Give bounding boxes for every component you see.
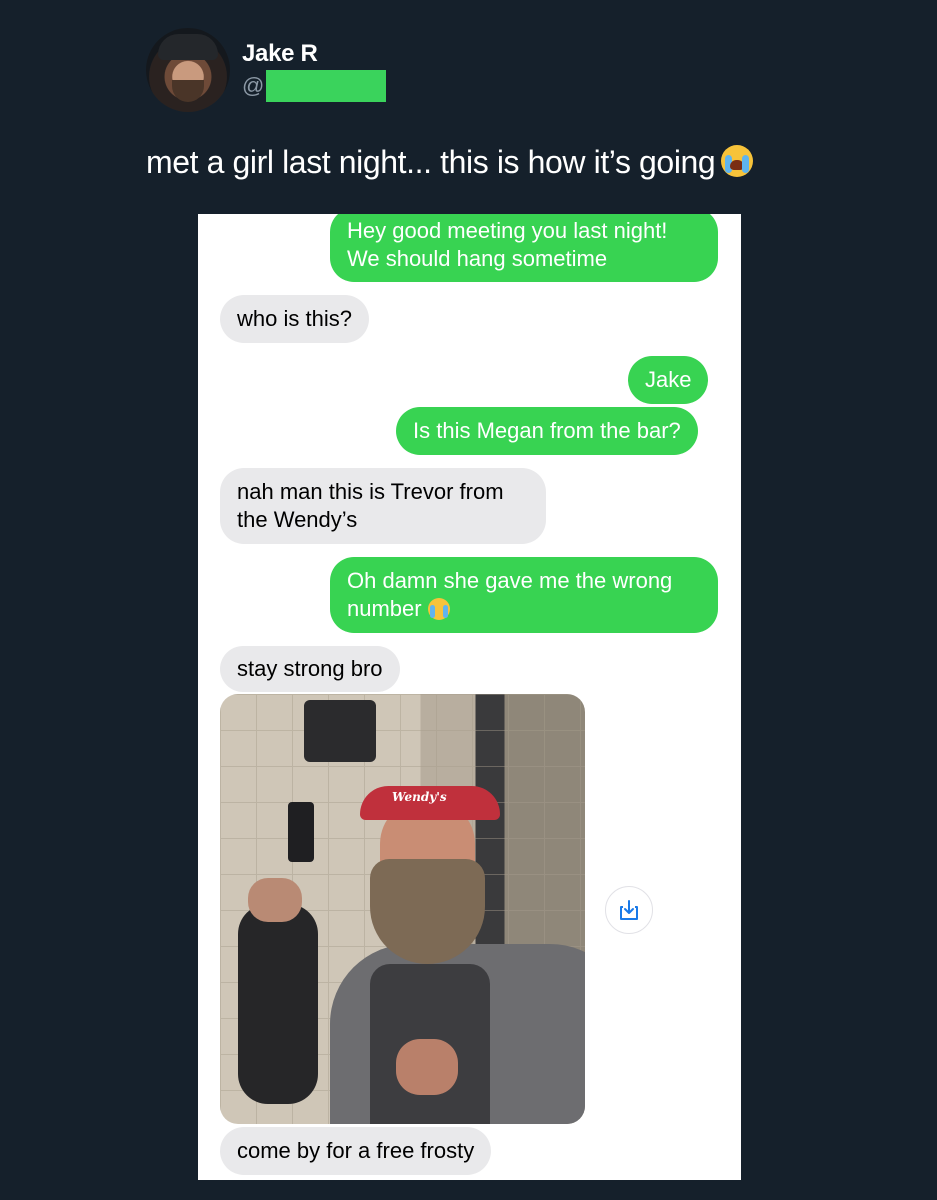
visor-logo: Wendy's [392, 790, 447, 804]
message-bubble-incoming: stay strong bro [220, 646, 400, 692]
message-bubble-outgoing: Oh damn she gave me the wrong number [330, 557, 718, 633]
handle-redaction [266, 70, 387, 102]
message-screenshot: Hey good meeting you last night! We shou… [198, 214, 741, 1180]
raised-fist [248, 878, 302, 922]
tweet-text: met a girl last night... this is how it’… [146, 144, 754, 181]
handle[interactable]: @ [242, 70, 387, 102]
photo-attachment[interactable]: Wendy's [220, 694, 585, 1124]
message-bubble-outgoing: Jake [628, 356, 709, 404]
avatar[interactable] [146, 28, 230, 112]
message-bubble-outgoing: Is this Megan from the bar? [396, 407, 698, 455]
message-line: come by for a free frosty [237, 1138, 475, 1163]
message-line: stay strong bro [237, 656, 383, 681]
download-button[interactable] [605, 886, 653, 934]
wall-speaker [304, 700, 376, 762]
message-line: the Wendy’s [237, 507, 358, 532]
lower-fist [396, 1039, 458, 1095]
message-bubble-incoming: come by for a free frosty [220, 1127, 492, 1175]
avatar-beard [172, 80, 204, 102]
message-bubble-outgoing: Hey good meeting you last night! We shou… [330, 214, 718, 282]
message-line: We should hang sometime [347, 246, 608, 271]
message-line: Is this Megan from the bar? [413, 418, 681, 443]
wall-phone [288, 802, 314, 862]
message-bubble-incoming: who is this? [220, 295, 369, 343]
handle-prefix: @ [242, 73, 265, 98]
loudly-crying-face-icon [721, 145, 754, 177]
flexed-arm [238, 904, 318, 1104]
message-bubble-incoming: nah man this is Trevor from the Wendy’s [220, 468, 546, 544]
display-name[interactable]: Jake R [242, 40, 318, 68]
message-line: number [347, 596, 422, 621]
message-line: Hey good meeting you last night! [347, 218, 668, 243]
message-line: Oh damn she gave me the wrong [347, 568, 673, 593]
avatar-cap [158, 34, 218, 60]
download-icon [620, 900, 638, 920]
message-line: Jake [645, 367, 692, 392]
message-line: nah man this is Trevor from [237, 479, 504, 504]
tweet-text-body: met a girl last night... this is how it’… [146, 144, 716, 180]
message-line: who is this? [237, 306, 352, 331]
loudly-crying-face-icon [427, 598, 450, 620]
